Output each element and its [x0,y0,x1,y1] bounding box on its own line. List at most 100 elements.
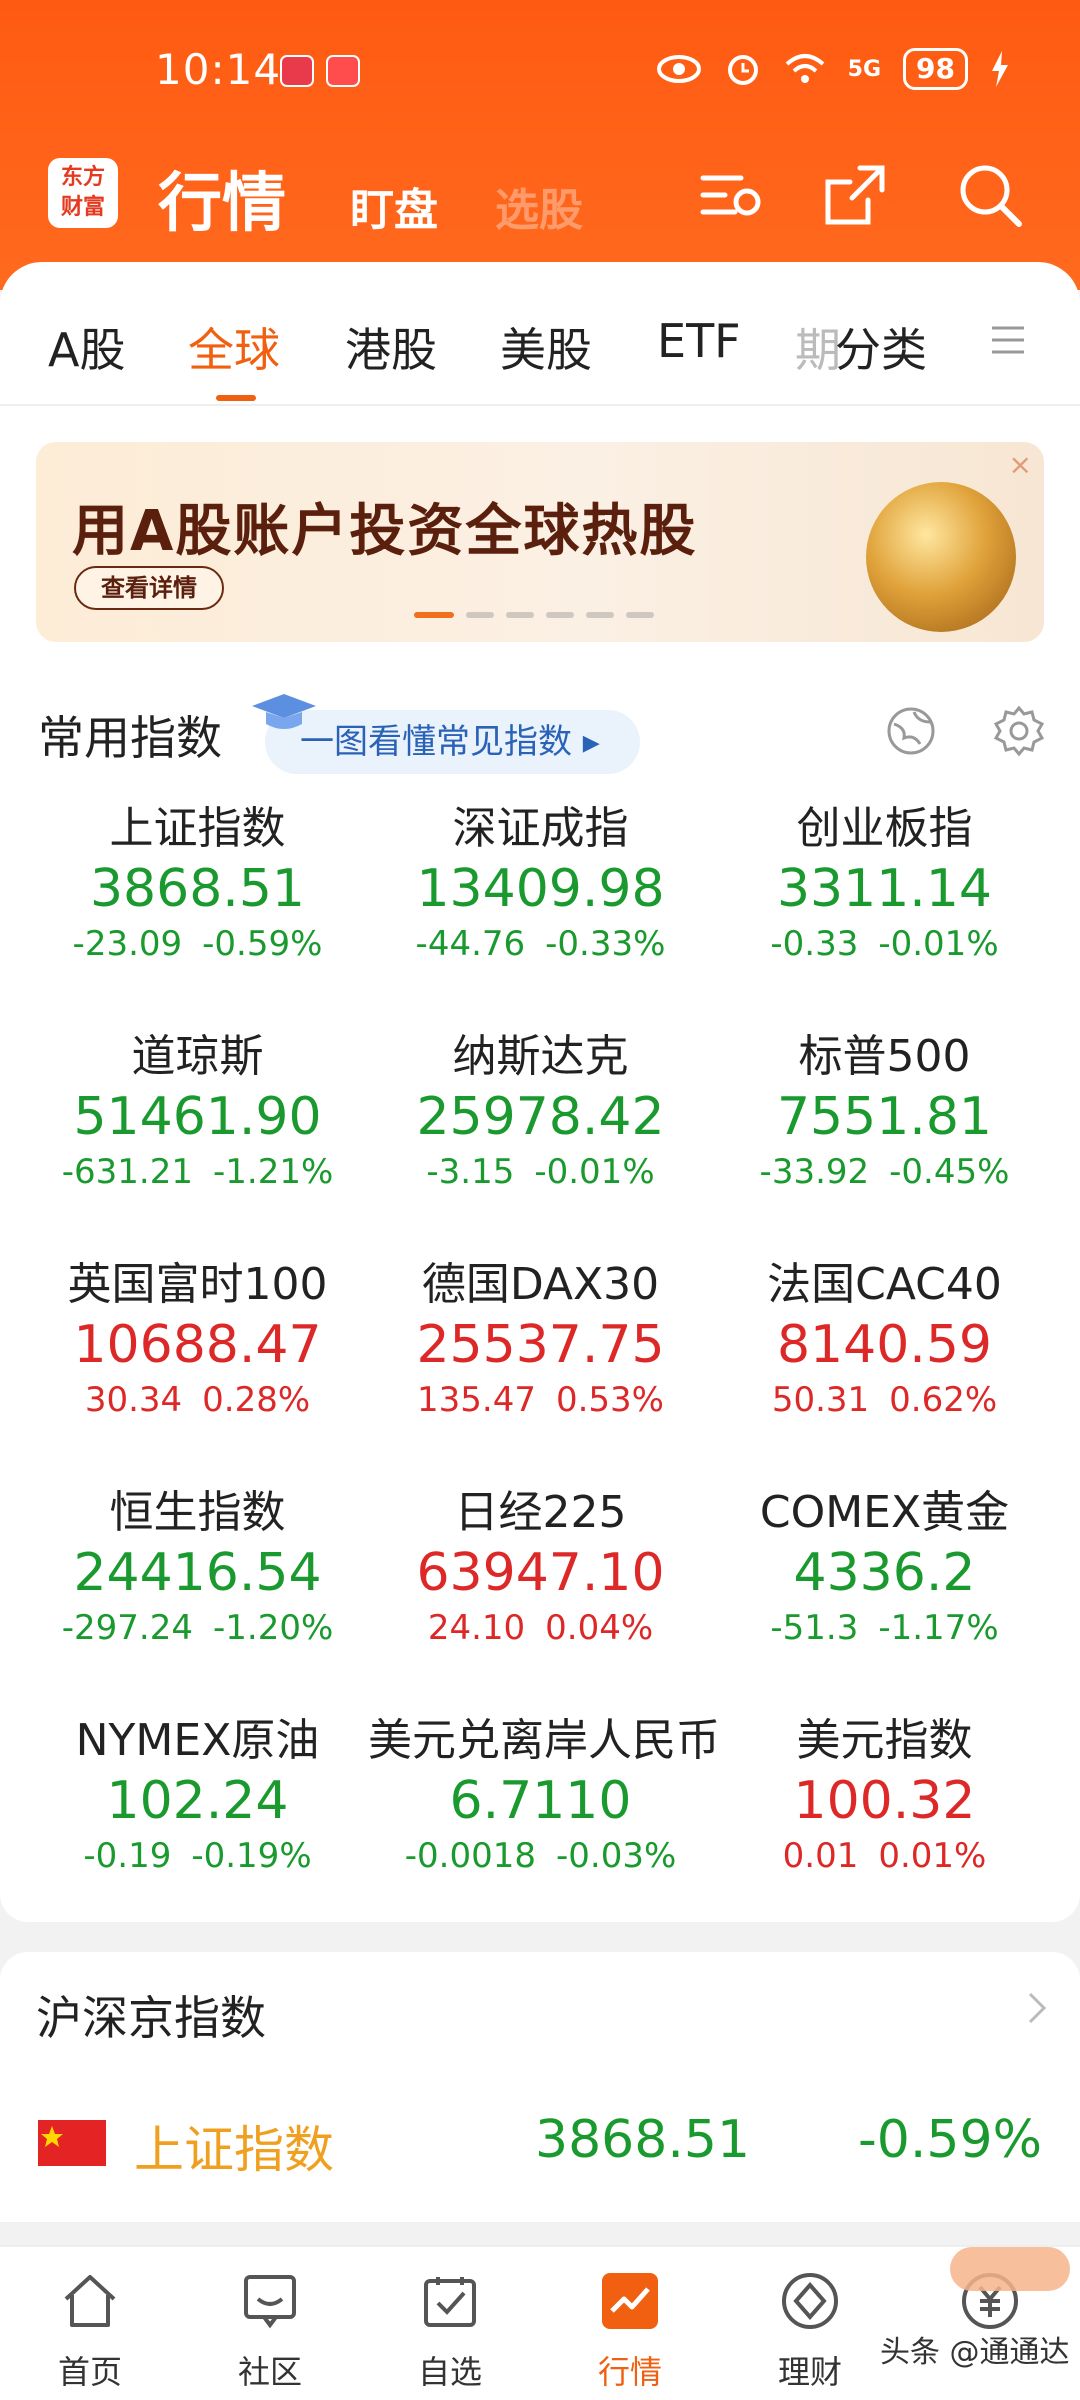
index-cell[interactable]: 标普500 7551.81 -33.92 -0.45% [712,1030,1057,1194]
index-name: 美元指数 [796,1715,973,1766]
index-name: 日经225 [454,1487,627,1538]
floating-badge[interactable] [950,2247,1070,2291]
nav-wealth[interactable]: 理财 [720,2269,900,2393]
index-name: 纳斯达克 [452,1031,629,1082]
index-cell[interactable]: 美元指数 100.32 0.01 0.01% [712,1714,1057,1878]
index-pct: -1.17% [878,1608,999,1648]
index-cell[interactable]: NYMEX原油 102.24 -0.19 -0.19% [25,1714,370,1878]
index-guide-link[interactable]: 一图看懂常见指数 ▸ [265,710,640,774]
index-change: -0.33 [770,924,859,964]
tab-us[interactable]: 美股 [500,314,592,380]
header-tab-watch[interactable]: 盯盘 [350,174,438,238]
index-pct: -0.19% [191,1836,312,1876]
index-price: 100.32 [793,1771,976,1831]
status-bar: 10:14 5G 98 [0,0,1080,140]
index-cell[interactable]: 纳斯达克 25978.42 -3.15 -0.01% [368,1030,713,1194]
list-title[interactable]: 沪深京指数 [36,1982,266,2048]
index-cell[interactable]: 日经225 63947.10 24.10 0.04% [368,1486,713,1650]
index-pct: 0.62% [889,1380,998,1420]
index-change-row: 50.31 0.62% [712,1378,1057,1422]
index-change-row: -0.33 -0.01% [712,922,1057,966]
notification-icon [280,55,314,87]
wifi-icon [785,54,824,83]
index-name: 法国CAC40 [767,1259,1002,1310]
logo-text-2: 财富 [60,195,105,220]
nav-home[interactable]: 首页 [0,2269,180,2393]
top-bar: 10:14 5G 98 东方 财富 行情 盯盘 选股 [0,0,1080,290]
index-change: 50.31 [771,1380,870,1420]
index-pct: 0.53% [555,1380,664,1420]
pagination-dot [466,612,494,618]
index-cell[interactable]: COMEX黄金 4336.2 -51.3 -1.17% [712,1486,1057,1650]
nav-market[interactable]: 行情 [540,2269,720,2393]
tab-a-shares[interactable]: A股 [48,314,125,380]
index-cell[interactable]: 上证指数 3868.51 -23.09 -0.59% [25,802,370,966]
chevron-right-icon[interactable] [1022,1988,1052,2028]
index-change: -51.3 [770,1608,859,1648]
index-change-row: 0.01 0.01% [712,1834,1057,1878]
tab-etf[interactable]: ETF [657,314,741,368]
nav-community[interactable]: 社区 [180,2269,360,2393]
menu-icon[interactable] [990,322,1026,358]
index-cell[interactable]: 法国CAC40 8140.59 50.31 0.62% [712,1258,1057,1422]
gear-icon[interactable] [992,704,1046,758]
share-icon[interactable] [820,160,890,230]
tab-global[interactable]: 全球 [188,314,280,380]
index-change: -3.15 [426,1152,515,1192]
index-change-row: -3.15 -0.01% [368,1150,713,1194]
promo-banner[interactable]: 用A股账户投资全球热股 查看详情 × [36,442,1044,642]
index-price: 6.7110 [449,1771,632,1831]
logo-text-1: 东方 [60,165,105,190]
index-change: 30.34 [84,1380,183,1420]
banner-title: 用A股账户投资全球热股 [72,499,698,564]
app-logo: 东方 财富 [48,158,118,228]
index-cell[interactable]: 美元兑离岸人民币 6.7110 -0.0018 -0.03% [368,1714,720,1878]
list-row-name[interactable]: 上证指数 [134,2110,334,2182]
index-name: 标普500 [798,1031,971,1082]
index-change-row: 135.47 0.53% [368,1378,713,1422]
status-time: 10:14 [155,45,282,94]
index-change: 0.01 [782,1836,859,1876]
index-cell[interactable]: 深证成指 13409.98 -44.76 -0.33% [368,802,713,966]
index-change: -297.24 [61,1608,193,1648]
index-change-row: -297.24 -1.20% [25,1606,370,1650]
nav-label: 行情 [597,2353,662,2391]
charging-icon [992,51,1008,87]
eye-icon [656,55,701,83]
wealth-icon [782,2273,838,2329]
pagination-dot [626,612,654,618]
index-pct: -0.03% [555,1836,677,1876]
index-pct: -0.45% [889,1152,1010,1192]
index-cell[interactable]: 英国富时100 10688.47 30.34 0.28% [25,1258,370,1422]
banner-close-icon[interactable]: × [1009,448,1032,481]
index-change: 135.47 [417,1380,536,1420]
globe-illustration [866,482,1016,632]
watchlist-icon [424,2277,476,2327]
header-tab-faded[interactable]: 选股 [495,174,583,238]
index-change-row: -51.3 -1.17% [712,1606,1057,1650]
index-change-row: 30.34 0.28% [25,1378,370,1422]
index-cell[interactable]: 恒生指数 24416.54 -297.24 -1.20% [25,1486,370,1650]
list-row-price: 3868.51 [535,2110,751,2170]
index-change: 24.10 [427,1608,526,1648]
index-name: 英国富时100 [67,1259,328,1310]
index-cell[interactable]: 创业板指 3311.14 -0.33 -0.01% [712,802,1057,966]
index-price: 4336.2 [793,1543,976,1603]
search-icon[interactable] [955,160,1025,230]
index-price: 24416.54 [73,1543,322,1603]
index-change: -0.19 [83,1836,172,1876]
tab-category[interactable]: 分类 [835,314,927,380]
nav-watchlist[interactable]: 自选 [360,2269,540,2393]
index-change: -33.92 [759,1152,870,1192]
home-icon [64,2275,116,2327]
banner-detail-button[interactable]: 查看详情 [74,566,224,610]
index-cell[interactable]: 德国DAX30 25537.75 135.47 0.53% [368,1258,713,1422]
page-title[interactable]: 行情 [158,152,286,244]
index-cell[interactable]: 道琼斯 51461.90 -631.21 -1.21% [25,1030,370,1194]
settings-list-icon[interactable] [695,160,765,230]
book-icon [326,55,360,87]
tab-hk[interactable]: 港股 [345,314,437,380]
globe-icon[interactable] [884,704,938,758]
index-pct: -1.21% [212,1152,334,1192]
index-name: 道琼斯 [131,1031,264,1082]
